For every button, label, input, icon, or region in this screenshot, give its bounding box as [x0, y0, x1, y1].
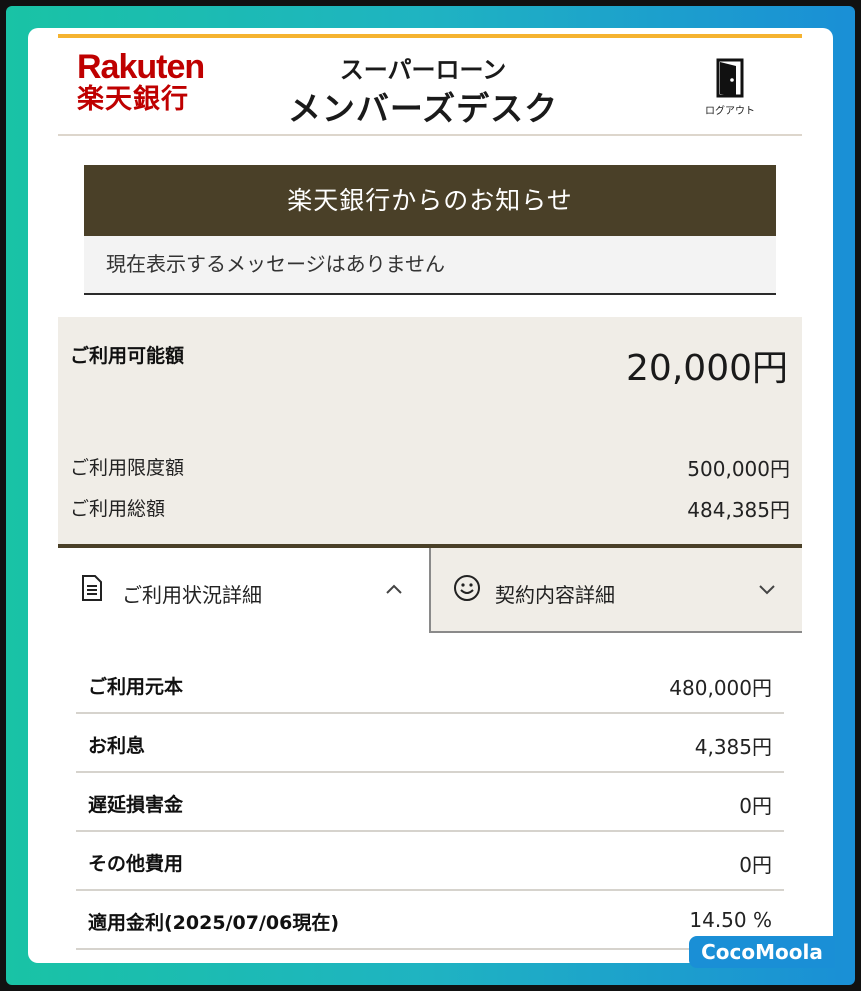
logout-button[interactable]: ログアウト	[698, 58, 762, 117]
rakuten-bank-logo: Rakuten 楽天銀行	[77, 48, 205, 116]
accent-bar	[58, 34, 802, 38]
detail-row-late-fee: 遅延損害金 0円	[76, 773, 784, 832]
page-title-sub: スーパーローン	[339, 56, 507, 84]
chevron-down-icon	[758, 580, 776, 599]
detail-tabs: ご利用状況詳細 契約内容詳細	[58, 548, 802, 634]
credit-limit-value: 500,000円	[687, 457, 790, 481]
tab-usage-details[interactable]: ご利用状況詳細	[58, 548, 429, 633]
available-amount-value: 20,000円	[626, 348, 788, 389]
document-icon	[80, 574, 104, 606]
notice-message: 現在表示するメッセージはありません	[84, 236, 776, 295]
detail-row-interest: お利息 4,385円	[76, 714, 784, 773]
interest-rate-value: 14.50 %	[689, 908, 772, 932]
logo-en: Rakuten	[77, 48, 205, 86]
available-amount-label: ご利用可能額	[70, 345, 185, 367]
page-title: メンバーズデスク	[287, 89, 559, 128]
tab-usage-label: ご利用状況詳細	[122, 583, 262, 607]
late-fee-label: 遅延損害金	[88, 794, 184, 816]
notice-title: 楽天銀行からのお知らせ	[84, 165, 776, 236]
usage-summary: ご利用可能額 20,000円 ご利用限度額 500,000円 ご利用総額 484…	[58, 317, 802, 548]
credit-limit-label: ご利用限度額	[70, 457, 185, 479]
interest-rate-label: 適用金利(2025/07/06現在)	[88, 912, 340, 934]
interest-value: 4,385円	[694, 735, 772, 759]
smiley-icon	[453, 574, 481, 606]
other-fees-label: その他費用	[88, 853, 184, 875]
tab-contract-details[interactable]: 契約内容詳細	[429, 548, 802, 633]
detail-row-interest-rate: 適用金利(2025/07/06現在) 14.50 %	[76, 891, 784, 950]
late-fee-value: 0円	[739, 794, 772, 818]
header-divider	[58, 134, 802, 136]
detail-row-principal: ご利用元本 480,000円	[76, 655, 784, 714]
logo-jp: 楽天銀行	[77, 84, 189, 115]
notice-panel: 楽天銀行からのお知らせ 現在表示するメッセージはありません	[84, 165, 776, 295]
door-icon	[698, 58, 762, 98]
detail-row-other-fees: その他費用 0円	[76, 832, 784, 891]
usage-details-list: ご利用元本 480,000円 お利息 4,385円 遅延損害金 0円 その他費用…	[76, 655, 784, 950]
other-fees-value: 0円	[739, 853, 772, 877]
total-usage-value: 484,385円	[687, 498, 790, 522]
interest-label: お利息	[88, 735, 146, 757]
tab-contract-label: 契約内容詳細	[495, 583, 615, 607]
chevron-up-icon	[385, 580, 403, 599]
logout-label: ログアウト	[705, 106, 755, 117]
member-desk-card: Rakuten 楽天銀行 スーパーローン メンバーズデスク ログアウト 楽天銀行…	[28, 28, 833, 963]
principal-value: 480,000円	[669, 676, 772, 700]
total-usage-label: ご利用総額	[70, 498, 166, 520]
principal-label: ご利用元本	[88, 676, 184, 698]
cocomoola-watermark: CocoMoola	[689, 936, 835, 968]
